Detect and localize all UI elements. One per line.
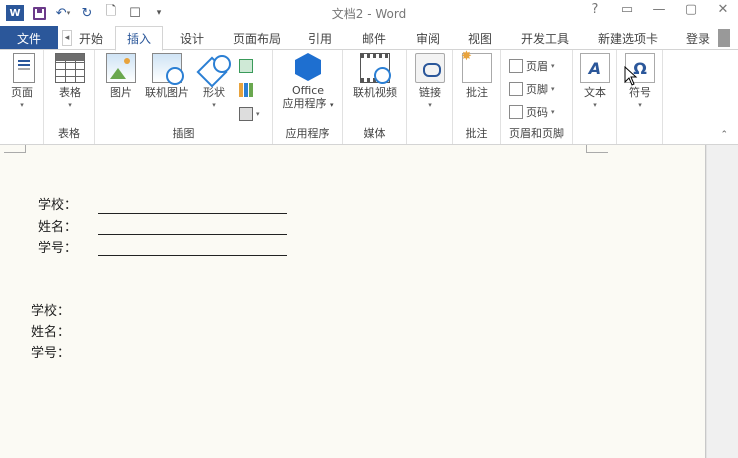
- page-number-icon: [509, 105, 523, 119]
- online-picture-icon: [152, 53, 184, 85]
- office-apps-button[interactable]: Office 应用程序 ▾: [277, 53, 339, 112]
- group-comments: 批注 批注: [453, 50, 501, 144]
- tab-developer[interactable]: 开发工具: [514, 26, 576, 50]
- window-controls: ? ▭ — ▢ ✕: [586, 2, 732, 17]
- group-label-media: 媒体: [363, 127, 386, 140]
- tab-view[interactable]: 视图: [460, 26, 500, 50]
- minimize-icon[interactable]: —: [650, 2, 668, 17]
- chart-icon: [239, 83, 253, 97]
- student-id-label-1: 学号：: [38, 241, 78, 256]
- shapes-icon: [199, 53, 231, 83]
- group-links: 链接 ▾: [407, 50, 453, 144]
- screenshot-button[interactable]: ▾: [239, 104, 260, 124]
- document-page[interactable]: 学校： 姓名： 学号： 学校： 姓名： 学号：: [0, 145, 706, 458]
- shapes-button[interactable]: 形状 ▾: [197, 53, 231, 112]
- tab-scroll-right-icon[interactable]: [718, 29, 730, 47]
- margin-mark: [586, 145, 608, 153]
- tab-page-layout[interactable]: 页面布局: [226, 26, 288, 50]
- smartart-icon: [239, 59, 253, 73]
- group-label-header-footer: 页眉和页脚: [509, 127, 564, 140]
- group-apps: Office 应用程序 ▾ 应用程序: [273, 50, 343, 144]
- ribbon: 页面 ▾ 表格 ▾ 表格 图片 联机图片 形状 ▾ ▾ 插图 Office 应用…: [0, 49, 738, 145]
- title-bar: W ↶ ▾ ↻ 🗋 ☐ ▾ 文档2 - Word ? ▭ — ▢ ✕: [0, 0, 738, 26]
- tab-scroll-left-icon[interactable]: ◂: [62, 30, 72, 46]
- links-button[interactable]: 链接 ▾: [413, 53, 447, 112]
- tab-references[interactable]: 引用: [300, 26, 340, 50]
- name-label-2: 姓名：: [31, 325, 71, 340]
- group-label-comments: 批注: [465, 127, 488, 140]
- link-icon: [415, 53, 445, 83]
- group-label-tables: 表格: [58, 127, 80, 140]
- group-symbols: Ω 符号 ▾: [617, 50, 663, 144]
- collapse-ribbon-icon[interactable]: ⌃: [720, 130, 728, 140]
- smartart-button[interactable]: [239, 56, 253, 76]
- header-button[interactable]: 页眉 ▾: [509, 56, 555, 76]
- text-button[interactable]: A 文本 ▾: [579, 53, 611, 112]
- page-number-button[interactable]: 页码 ▾: [509, 102, 555, 122]
- vertical-scrollbar[interactable]: [707, 145, 738, 458]
- help-icon[interactable]: ?: [586, 2, 604, 17]
- name-label-1: 姓名：: [38, 220, 78, 235]
- mouse-cursor-icon: [624, 66, 638, 86]
- tab-new-tab[interactable]: 新建选项卡: [592, 26, 664, 50]
- school-label-1: 学校：: [38, 198, 78, 213]
- screenshot-icon: [239, 107, 253, 121]
- student-id-label-2: 学号：: [31, 346, 71, 361]
- group-label-apps: 应用程序: [285, 127, 330, 140]
- tab-home[interactable]: 开始: [74, 26, 108, 50]
- student-id-underline-1: [98, 255, 287, 256]
- chart-button[interactable]: [239, 80, 253, 100]
- group-illustrations: 图片 联机图片 形状 ▾ ▾ 插图: [95, 50, 273, 144]
- comment-button[interactable]: 批注: [460, 50, 494, 99]
- name-underline-1: [98, 234, 287, 235]
- school-underline-1: [98, 213, 287, 214]
- table-icon: [55, 53, 85, 83]
- document-area: 学校： 姓名： 学号： 学校： 姓名： 学号：: [0, 145, 738, 458]
- picture-icon: [106, 53, 136, 83]
- online-pictures-button[interactable]: 联机图片: [141, 53, 193, 99]
- footer-icon: [509, 82, 523, 96]
- page-icon: [13, 53, 35, 83]
- pages-button[interactable]: 页面 ▾: [4, 53, 40, 112]
- school-label-2: 学校：: [31, 304, 71, 319]
- table-button[interactable]: 表格 ▾: [52, 53, 88, 112]
- text-box-icon: A: [580, 53, 610, 83]
- ribbon-tabs: 文件 ◂ 开始 插入 设计 页面布局 引用 邮件 审阅 视图 开发工具 新建选项…: [0, 26, 738, 51]
- video-icon: [360, 53, 391, 84]
- group-header-footer: 页眉 ▾ 页脚 ▾ 页码 ▾ 页眉和页脚: [501, 50, 573, 144]
- tab-insert[interactable]: 插入: [115, 26, 163, 51]
- footer-button[interactable]: 页脚 ▾: [509, 79, 555, 99]
- login-link[interactable]: 登录: [686, 26, 710, 50]
- office-icon: [295, 53, 321, 81]
- new-comment-icon: [461, 50, 492, 83]
- group-media: 联机视频 媒体: [343, 50, 407, 144]
- group-pages: 页面 ▾: [0, 50, 44, 144]
- group-text: A 文本 ▾: [573, 50, 617, 144]
- header-icon: [509, 59, 523, 73]
- close-icon[interactable]: ✕: [714, 2, 732, 17]
- maximize-icon[interactable]: ▢: [682, 2, 700, 17]
- pictures-button[interactable]: 图片: [103, 53, 139, 99]
- group-label-illustrations: 插图: [172, 127, 195, 140]
- online-video-button[interactable]: 联机视频: [349, 53, 401, 99]
- tab-design[interactable]: 设计: [172, 26, 212, 50]
- tab-review[interactable]: 审阅: [408, 26, 448, 50]
- tab-mailings[interactable]: 邮件: [354, 26, 394, 50]
- tab-file[interactable]: 文件: [0, 26, 58, 50]
- ribbon-display-options-icon[interactable]: ▭: [618, 2, 636, 17]
- group-tables: 表格 ▾ 表格: [44, 50, 95, 144]
- margin-mark: [4, 145, 26, 153]
